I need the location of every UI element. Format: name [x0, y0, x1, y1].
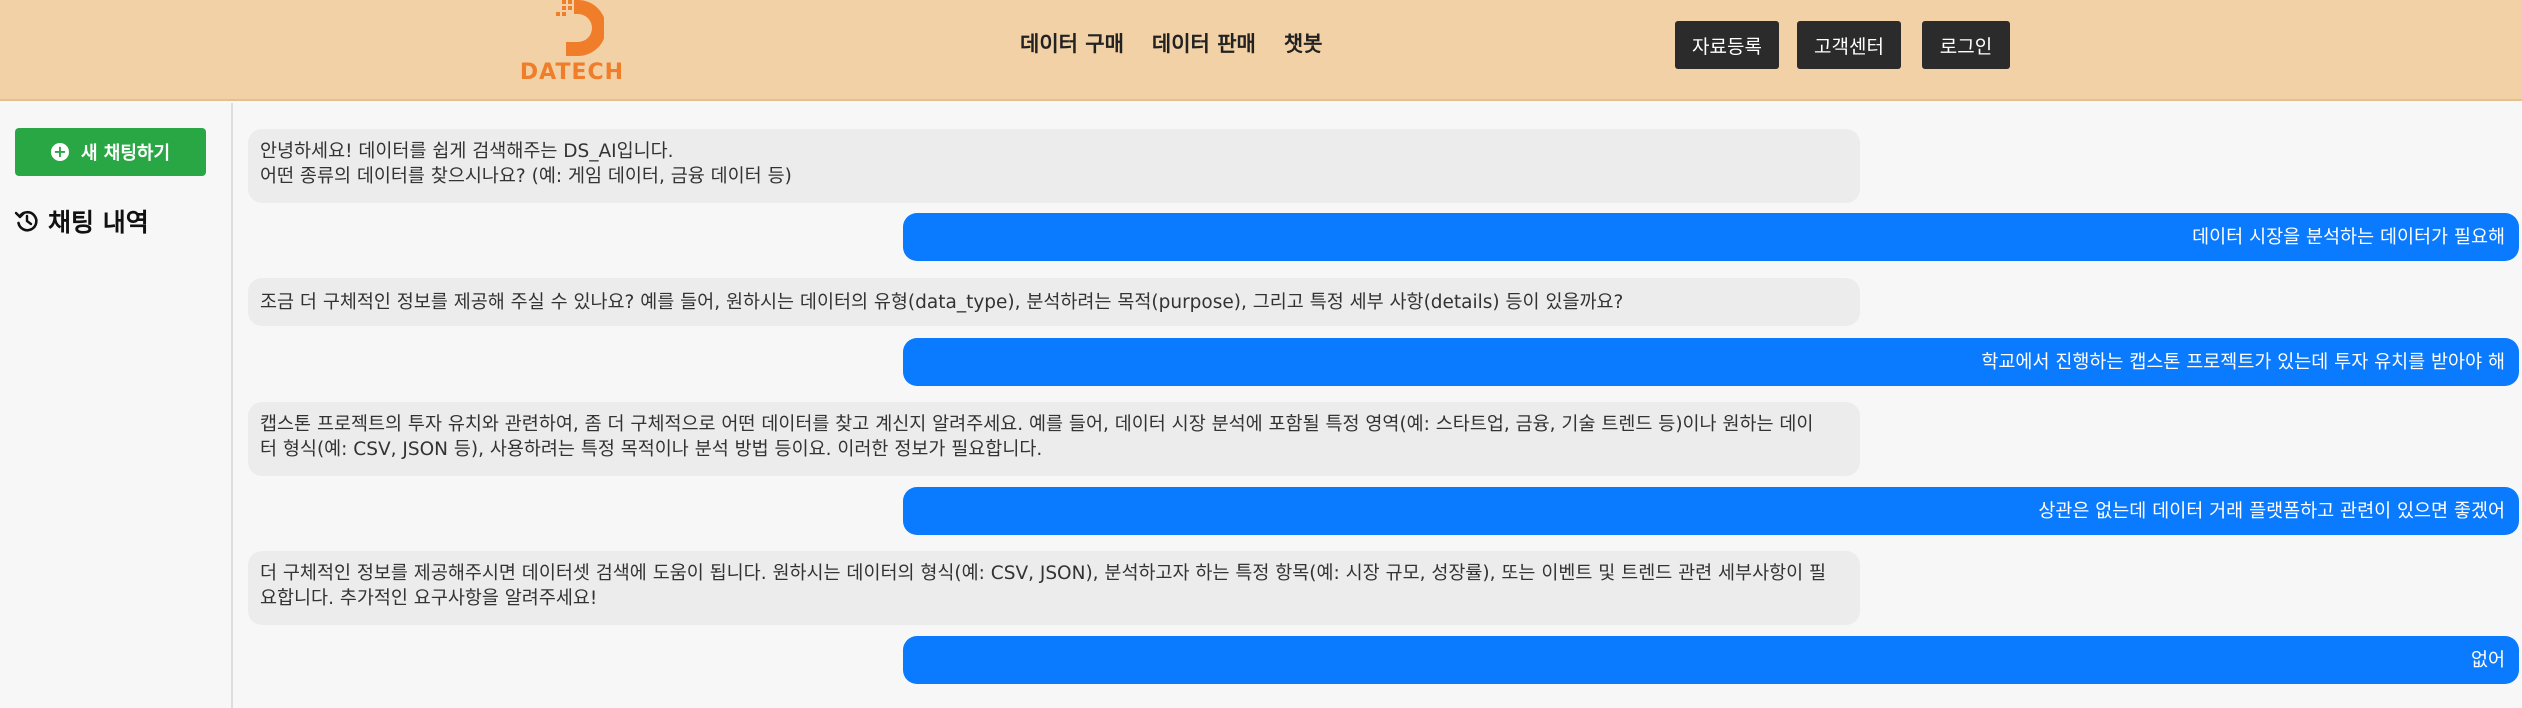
main-nav: 데이터 구매 데이터 판매 챗봇 — [1020, 28, 1322, 58]
history-icon — [14, 211, 38, 232]
new-chat-button[interactable]: + 새 채팅하기 — [15, 128, 206, 176]
user-message: 데이터 시장을 분석하는 데이터가 필요해 — [903, 213, 2519, 261]
user-message: 상관은 없는데 데이터 거래 플랫폼하고 관련이 있으면 좋겠어 — [903, 487, 2519, 535]
logo-mark-icon — [556, 0, 604, 56]
nav-data-sell[interactable]: 데이터 판매 — [1152, 28, 1256, 58]
message-line: 조금 더 구체적인 정보를 제공해 주실 수 있나요? 예를 들어, 원하시는 … — [260, 292, 1624, 313]
message-line: 요합니다. 추가적인 요구사항을 알려주세요! — [260, 588, 598, 609]
customer-center-button[interactable]: 고객센터 — [1797, 21, 1901, 69]
user-message: 없어 — [903, 636, 2519, 684]
message-line: 더 구체적인 정보를 제공해주시면 데이터셋 검색에 도움이 됩니다. 원하시는… — [260, 563, 1827, 584]
chat-area: 안녕하세요! 데이터를 쉽게 검색해주는 DS_AI입니다. 어떤 종류의 데이… — [235, 103, 2522, 708]
user-message: 학교에서 진행하는 캡스톤 프로젝트가 있는데 투자 유치를 받아야 해 — [903, 338, 2519, 386]
message-line: 안녕하세요! 데이터를 쉽게 검색해주는 DS_AI입니다. — [260, 141, 674, 162]
login-button[interactable]: 로그인 — [1922, 21, 2010, 69]
datech-logo[interactable]: DATECH — [514, 0, 630, 86]
message-line: 터 형식(예: CSV, JSON 등), 사용하려는 특정 목적이나 분석 방… — [260, 439, 1043, 460]
chat-history-heading: 채팅 내역 — [14, 203, 149, 239]
message-line: 캡스톤 프로젝트의 투자 유치와 관련하여, 좀 더 구체적으로 어떤 데이터를… — [260, 414, 1814, 435]
nav-data-buy[interactable]: 데이터 구매 — [1020, 28, 1124, 58]
bot-message: 더 구체적인 정보를 제공해주시면 데이터셋 검색에 도움이 됩니다. 원하시는… — [248, 551, 1860, 625]
logo-text: DATECH — [519, 60, 625, 85]
top-header: DATECH 데이터 구매 데이터 판매 챗봇 자료등록 고객센터 로그인 — [0, 0, 2522, 101]
bot-message: 안녕하세요! 데이터를 쉽게 검색해주는 DS_AI입니다. 어떤 종류의 데이… — [248, 129, 1860, 203]
nav-chatbot[interactable]: 챗봇 — [1284, 28, 1323, 58]
bot-message: 캡스톤 프로젝트의 투자 유치와 관련하여, 좀 더 구체적으로 어떤 데이터를… — [248, 402, 1860, 476]
new-chat-label: 새 채팅하기 — [80, 143, 171, 164]
upload-button[interactable]: 자료등록 — [1675, 21, 1779, 69]
bot-message: 조금 더 구체적인 정보를 제공해 주실 수 있나요? 예를 들어, 원하시는 … — [248, 278, 1860, 326]
message-line: 어떤 종류의 데이터를 찾으시나요? (예: 게임 데이터, 금융 데이터 등) — [260, 166, 792, 187]
sidebar: + 새 채팅하기 채팅 내역 — [0, 103, 233, 708]
plus-circle-icon: + — [50, 143, 69, 161]
chat-history-title: 채팅 내역 — [48, 208, 149, 237]
